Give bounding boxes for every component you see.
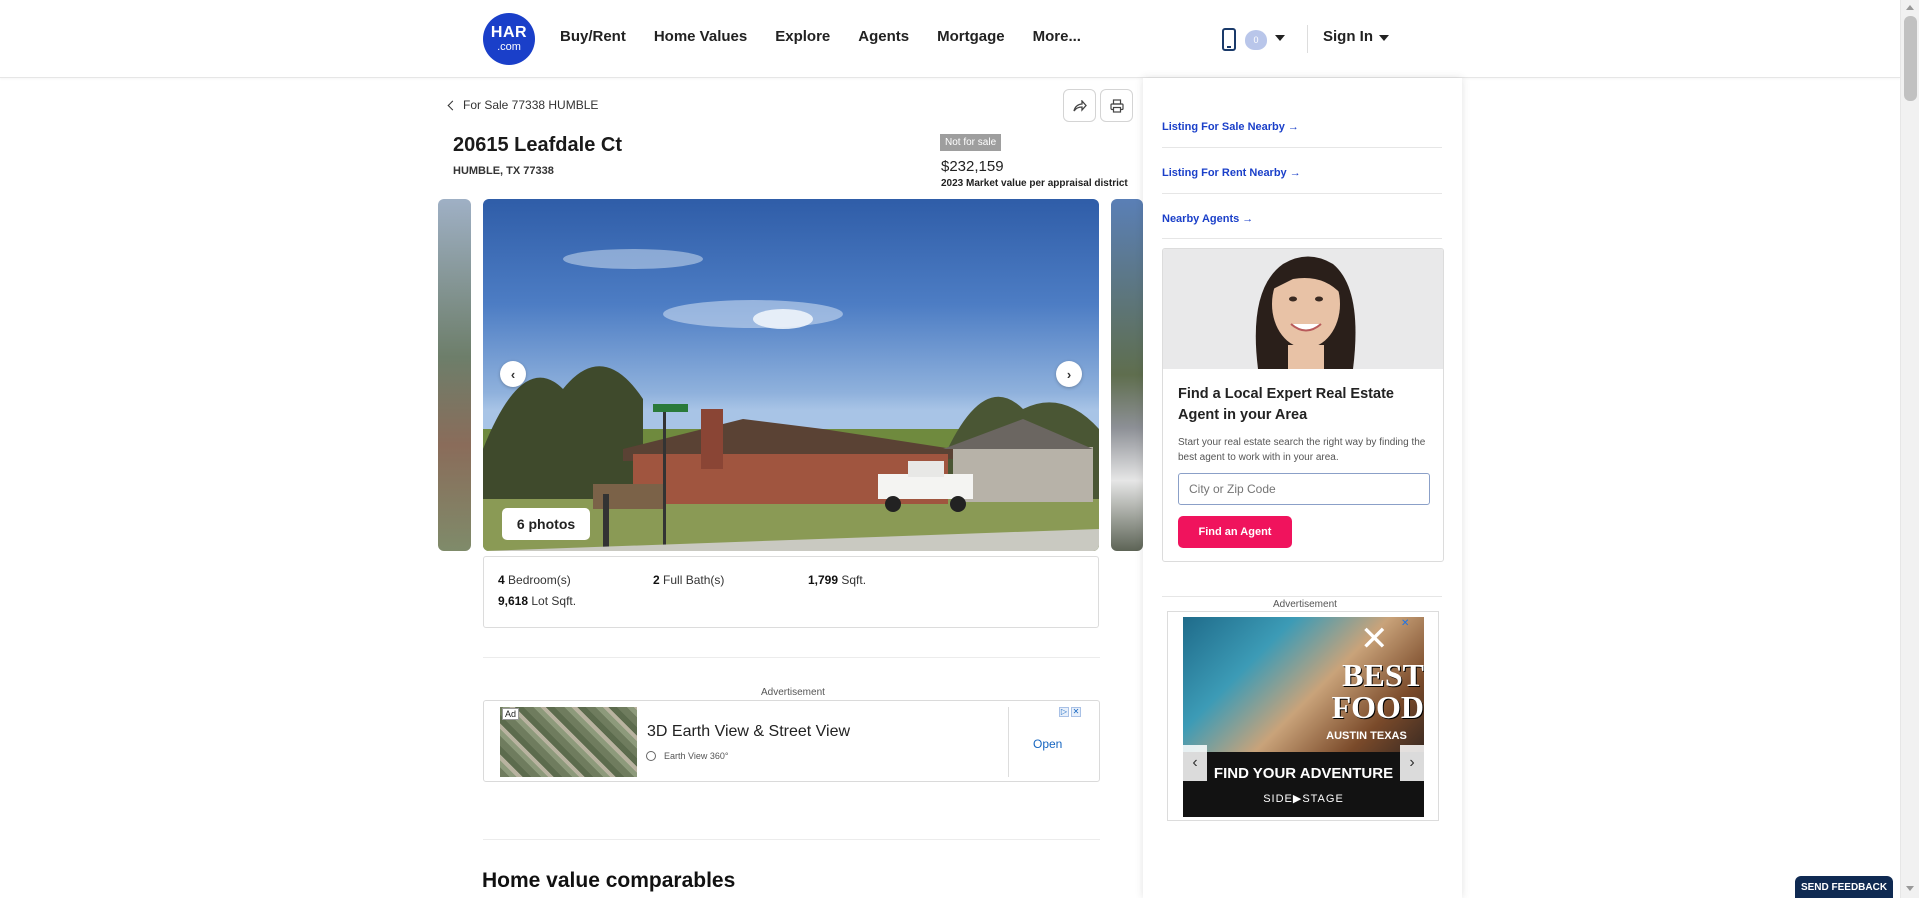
main-property-photo[interactable]: [483, 199, 1099, 551]
sidebar-ad-city: AUSTIN TEXAS: [1326, 730, 1407, 742]
logo-text-top: HAR: [490, 24, 528, 41]
scroll-thumb[interactable]: [1904, 16, 1917, 101]
sign-in-button[interactable]: Sign In: [1323, 28, 1373, 45]
page-scrollbar[interactable]: [1900, 0, 1919, 898]
ad-close-icon[interactable]: ✕: [1401, 619, 1411, 629]
next-photo-thumbnail[interactable]: [1111, 199, 1143, 551]
ad-title: 3D Earth View & Street View: [647, 723, 851, 740]
favorites-heart-icon[interactable]: 0: [1245, 30, 1267, 50]
find-agent-card: Find a Local Expert Real Estate Agent in…: [1162, 248, 1444, 562]
status-badge: Not for sale: [940, 134, 1002, 151]
sqft-label: Sqft.: [841, 573, 867, 587]
baths-label: Full Bath(s): [663, 573, 725, 587]
nav-home-values[interactable]: Home Values: [654, 28, 747, 45]
nav-mortgage[interactable]: Mortgage: [937, 28, 1005, 45]
nav-more[interactable]: More...: [1033, 28, 1081, 45]
photos-count-button[interactable]: 6 photos: [502, 508, 590, 540]
logo-text-bottom: .com: [497, 41, 521, 53]
baths-value: 2: [653, 573, 660, 587]
section-divider: [483, 657, 1100, 658]
ad-controls: ▷ ✕: [1059, 707, 1081, 717]
agent-portrait-illustration: [1255, 256, 1356, 369]
city-zip-input[interactable]: [1178, 473, 1430, 505]
sidebar-divider: [1162, 596, 1442, 597]
ad-aerial-image: [500, 707, 637, 777]
sidebar-divider: [1162, 238, 1442, 239]
property-city-line: HUMBLE, TX 77338: [453, 165, 554, 177]
chevron-left-icon: [447, 100, 458, 110]
sign-in-caret-icon[interactable]: [1379, 35, 1389, 41]
property-address: 20615 Leafdale Ct: [453, 134, 622, 156]
fact-sqft: 1,799 Sqft.: [808, 573, 866, 587]
right-sidebar: Listing For Sale Nearby → Listing For Re…: [1143, 78, 1462, 898]
link-listing-for-sale-nearby[interactable]: Listing For Sale Nearby →: [1162, 121, 1299, 133]
fact-bedrooms: 4 Bedroom(s): [498, 573, 571, 587]
mobile-phone-icon[interactable]: [1222, 28, 1236, 51]
breadcrumb[interactable]: For Sale 77338 HUMBLE: [447, 98, 599, 112]
sidebar-ad-creative: ✕ BEST FOOD AUSTIN TEXAS FIND YOUR ADVEN…: [1183, 617, 1424, 817]
section-title-comparables: Home value comparables: [482, 869, 736, 892]
ad-subtitle: Earth View 360°: [664, 751, 729, 761]
link-nearby-agents[interactable]: Nearby Agents →: [1162, 213, 1253, 225]
bedrooms-label: Bedroom(s): [508, 573, 571, 587]
sqft-value: 1,799: [808, 573, 839, 587]
ad-open-button[interactable]: Open: [1033, 737, 1062, 751]
agent-card-text: Start your real estate search the right …: [1178, 437, 1426, 463]
nav-explore[interactable]: Explore: [775, 28, 830, 45]
agent-photo: [1163, 249, 1443, 369]
favorites-caret-icon[interactable]: [1275, 35, 1285, 41]
ad-next-arrow-icon[interactable]: ›: [1400, 745, 1424, 781]
fact-baths: 2 Full Bath(s): [653, 573, 724, 587]
ad-close-icon[interactable]: ✕: [1071, 707, 1081, 717]
lot-value: 9,618: [498, 594, 529, 608]
property-facts: 4 Bedroom(s) 2 Full Bath(s) 1,799 Sqft. …: [483, 556, 1099, 628]
send-feedback-button[interactable]: SEND FEEDBACK: [1795, 876, 1893, 898]
main-nav: Buy/Rent Home Values Explore Agents Mort…: [560, 28, 1109, 45]
ad-info-icon[interactable]: ▷: [1059, 707, 1069, 717]
sidebar-ad-brand: SIDE▶STAGE: [1263, 793, 1344, 805]
print-button[interactable]: [1100, 89, 1133, 122]
market-value-note: 2023 Market value per appraisal district: [941, 178, 1128, 189]
ad-x-graphic: ✕: [1360, 620, 1389, 658]
chevron-left-icon: ‹: [510, 366, 516, 382]
chevron-right-icon: ›: [1066, 366, 1072, 382]
advertisement-label: Advertisement: [761, 687, 825, 698]
ad-tag: Ad: [502, 708, 520, 720]
section-divider: [483, 839, 1100, 840]
har-logo[interactable]: HAR .com: [483, 13, 535, 65]
favorites-count: 0: [1253, 35, 1259, 45]
ad-subtitle-row: Earth View 360°: [646, 751, 728, 761]
fact-lot: 9,618 Lot Sqft.: [498, 594, 576, 608]
top-header: HAR .com Buy/Rent Home Values Explore Ag…: [0, 0, 1900, 78]
share-button[interactable]: [1063, 89, 1096, 122]
share-icon: [1072, 99, 1087, 112]
nav-buy-rent[interactable]: Buy/Rent: [560, 28, 626, 45]
breadcrumb-label: For Sale 77338 HUMBLE: [463, 98, 599, 112]
link-listing-for-rent-nearby[interactable]: Listing For Rent Nearby →: [1162, 167, 1301, 179]
house-photo-illustration: [483, 249, 1099, 551]
sidebar-divider: [1162, 147, 1442, 148]
photo-next-button[interactable]: ›: [1056, 361, 1082, 387]
bedrooms-value: 4: [498, 573, 505, 587]
scroll-up-arrow-icon[interactable]: [1906, 5, 1914, 10]
lot-label: Lot Sqft.: [531, 594, 577, 608]
sidebar-ad-tagline: FIND YOUR ADVENTURE: [1213, 765, 1394, 782]
scroll-down-arrow-icon[interactable]: [1906, 886, 1914, 891]
agent-card-heading: Find a Local Expert Real Estate Agent in…: [1178, 386, 1394, 423]
find-agent-button[interactable]: Find an Agent: [1178, 516, 1292, 548]
header-divider: [1307, 25, 1308, 53]
print-icon: [1109, 98, 1124, 113]
market-value: $232,159: [941, 158, 1004, 175]
photo-prev-button[interactable]: ‹: [500, 361, 526, 387]
sidebar-ad-headline: BEST FOOD: [1331, 657, 1424, 725]
previous-photo-thumbnail[interactable]: [438, 199, 471, 551]
sidebar-ad-banner[interactable]: ✕ BEST FOOD AUSTIN TEXAS FIND YOUR ADVEN…: [1167, 611, 1439, 821]
sidebar-advertisement-label: Advertisement: [1273, 599, 1337, 610]
ad-banner-earth-view[interactable]: Ad 3D Earth View & Street View Earth Vie…: [483, 700, 1100, 782]
ad-prev-arrow-icon[interactable]: ‹: [1183, 745, 1207, 781]
sidebar-divider: [1162, 193, 1442, 194]
nav-agents[interactable]: Agents: [858, 28, 909, 45]
ad-divider: [1008, 707, 1009, 777]
globe-icon: [646, 751, 656, 761]
